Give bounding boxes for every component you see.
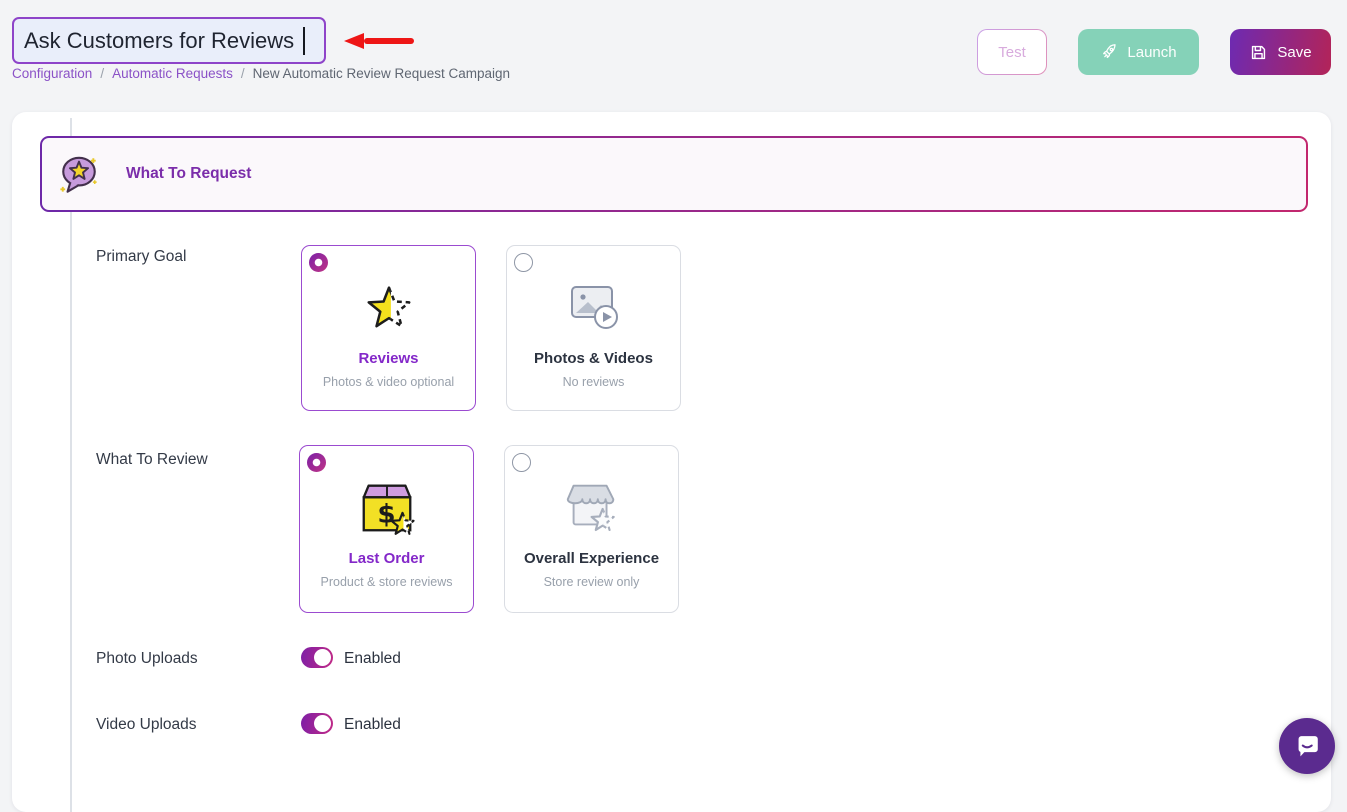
save-button-label: Save — [1277, 44, 1311, 61]
radio-unselected[interactable] — [512, 453, 531, 472]
svg-text:$: $ — [377, 500, 395, 530]
radio-unselected[interactable] — [514, 253, 533, 272]
section-title: What To Request — [126, 165, 251, 183]
option-card-last-order[interactable]: $ Last Order Product & store reviews — [299, 445, 474, 613]
toggle-knob — [314, 715, 331, 732]
option-subtitle: Store review only — [544, 575, 640, 589]
text-cursor — [303, 27, 305, 55]
breadcrumb-separator: / — [241, 66, 245, 81]
option-subtitle: No reviews — [563, 375, 625, 389]
arrow-head — [344, 33, 364, 49]
radio-selected[interactable] — [309, 253, 328, 272]
rocket-icon — [1100, 43, 1118, 61]
breadcrumb-current-page: New Automatic Review Request Campaign — [253, 66, 510, 81]
toggle-knob — [314, 649, 331, 666]
option-subtitle: Photos & video optional — [323, 375, 454, 389]
breadcrumb-automatic-requests[interactable]: Automatic Requests — [112, 66, 233, 81]
option-title: Overall Experience — [524, 550, 659, 567]
video-uploads-state: Enabled — [344, 716, 401, 734]
radio-selected[interactable] — [307, 453, 326, 472]
video-uploads-label: Video Uploads — [96, 716, 197, 734]
option-card-reviews[interactable]: Reviews Photos & video optional — [301, 245, 476, 411]
test-button[interactable]: Test — [977, 29, 1047, 75]
video-uploads-toggle[interactable] — [301, 713, 333, 734]
campaign-settings-card: What To Request Primary Goal Reviews Pho… — [12, 112, 1331, 812]
what-to-review-label: What To Review — [96, 451, 208, 469]
half-star-icon — [357, 272, 421, 342]
photo-uploads-label: Photo Uploads — [96, 650, 198, 668]
breadcrumb-configuration[interactable]: Configuration — [12, 66, 92, 81]
chat-bubble-icon — [1292, 731, 1322, 761]
breadcrumb-separator: / — [100, 66, 104, 81]
photo-video-icon — [562, 272, 626, 342]
option-title: Last Order — [349, 550, 425, 567]
campaign-title-input[interactable] — [12, 17, 326, 64]
annotation-arrow — [344, 33, 414, 49]
section-what-to-request: What To Request — [40, 136, 1308, 212]
timeline-connector-line — [70, 118, 72, 812]
arrow-shaft — [364, 38, 414, 44]
option-subtitle: Product & store reviews — [321, 575, 453, 589]
option-card-overall-experience[interactable]: Overall Experience Store review only — [504, 445, 679, 613]
breadcrumb: Configuration / Automatic Requests / New… — [12, 66, 510, 81]
floppy-disk-icon — [1249, 43, 1268, 62]
order-box-star-icon: $ — [352, 472, 422, 542]
option-card-photos-videos[interactable]: Photos & Videos No reviews — [506, 245, 681, 411]
storefront-star-icon — [557, 472, 627, 542]
star-speech-bubble-icon — [58, 152, 100, 197]
photo-uploads-state: Enabled — [344, 650, 401, 668]
launch-button-label: Launch — [1127, 44, 1176, 61]
chat-widget-button[interactable] — [1279, 718, 1335, 774]
launch-button[interactable]: Launch — [1078, 29, 1199, 75]
photo-uploads-toggle[interactable] — [301, 647, 333, 668]
option-title: Reviews — [358, 350, 418, 367]
save-button[interactable]: Save — [1230, 29, 1331, 75]
test-button-label: Test — [998, 44, 1026, 61]
option-title: Photos & Videos — [534, 350, 653, 367]
primary-goal-label: Primary Goal — [96, 248, 186, 266]
